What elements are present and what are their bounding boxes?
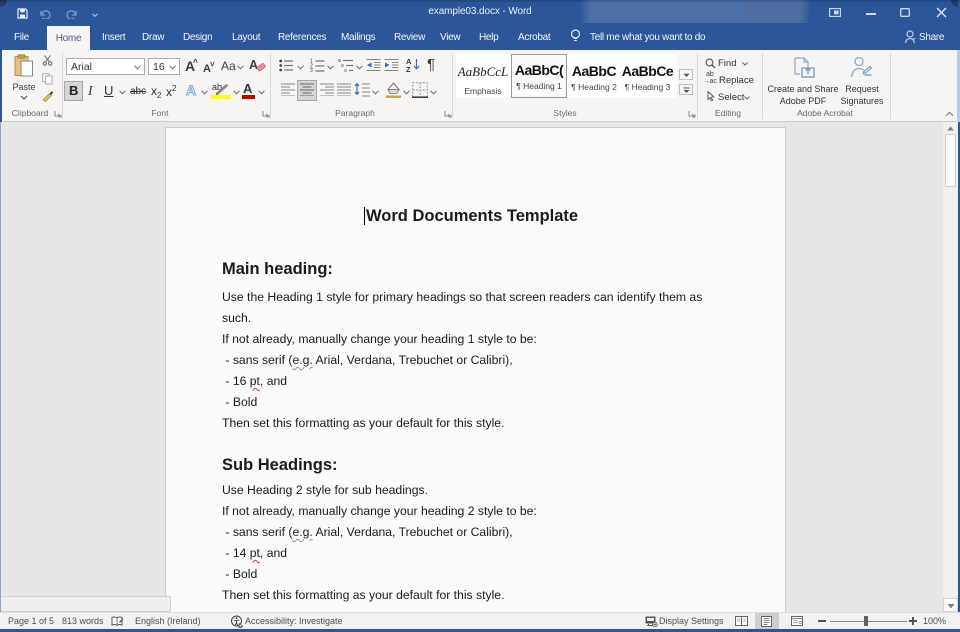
svg-text:3: 3 [310,68,313,72]
svg-text:Z: Z [406,65,411,72]
